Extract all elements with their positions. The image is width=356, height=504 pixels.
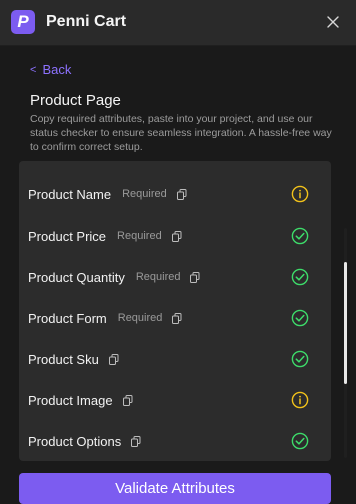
check-circle-icon <box>291 350 309 368</box>
copy-icon[interactable] <box>108 353 119 365</box>
app-logo: P <box>11 10 35 34</box>
attribute-label: Product Image <box>28 392 113 408</box>
attribute-row: Product Form Required <box>19 298 331 338</box>
app-title: Penni Cart <box>46 13 127 30</box>
check-circle-icon <box>291 268 309 286</box>
logo-letter: P <box>17 12 29 31</box>
attribute-label: Product Price <box>28 228 107 244</box>
check-circle-icon <box>291 432 309 450</box>
copy-icon[interactable] <box>172 312 182 324</box>
required-tag: Required <box>117 312 163 324</box>
required-tag: Required <box>117 230 162 242</box>
attribute-label: Product Form <box>28 310 107 326</box>
attributes-panel: Product Name Required Product Price Requ… <box>19 161 331 461</box>
info-circle-icon <box>291 391 309 409</box>
attribute-row: Product Options <box>19 421 331 461</box>
copy-icon[interactable] <box>176 188 187 200</box>
app-header: P Penni Cart <box>0 0 356 46</box>
back-label: Back <box>42 62 72 77</box>
copy-icon[interactable] <box>131 435 141 447</box>
chevron-left-icon: < <box>30 63 37 76</box>
info-circle-icon <box>291 185 309 203</box>
attribute-row: Product Sku <box>19 339 331 379</box>
required-tag: Required <box>135 271 181 283</box>
page-title: Product Page <box>30 92 121 109</box>
attribute-label: Product Quantity <box>28 269 125 285</box>
attribute-row: Product Price Required <box>19 216 331 256</box>
attribute-label: Product Options <box>28 433 122 449</box>
required-tag: Required <box>122 188 167 200</box>
check-circle-icon <box>291 309 309 327</box>
scrollbar-thumb[interactable] <box>344 262 347 384</box>
copy-icon[interactable] <box>122 394 133 406</box>
attribute-row: Product Quantity Required <box>19 257 331 297</box>
close-icon[interactable] <box>324 13 342 31</box>
copy-icon[interactable] <box>190 271 200 283</box>
attribute-row: Product Image <box>19 380 331 420</box>
copy-icon[interactable] <box>171 230 182 242</box>
back-link[interactable]: < Back <box>30 62 71 77</box>
attribute-label: Product Sku <box>28 351 99 367</box>
page-description: Copy required attributes, paste into you… <box>30 113 332 153</box>
attribute-row: Product Name Required <box>19 174 331 214</box>
validate-attributes-button[interactable]: Validate Attributes <box>19 473 331 504</box>
check-circle-icon <box>291 227 309 245</box>
attribute-label: Product Name <box>28 186 112 202</box>
